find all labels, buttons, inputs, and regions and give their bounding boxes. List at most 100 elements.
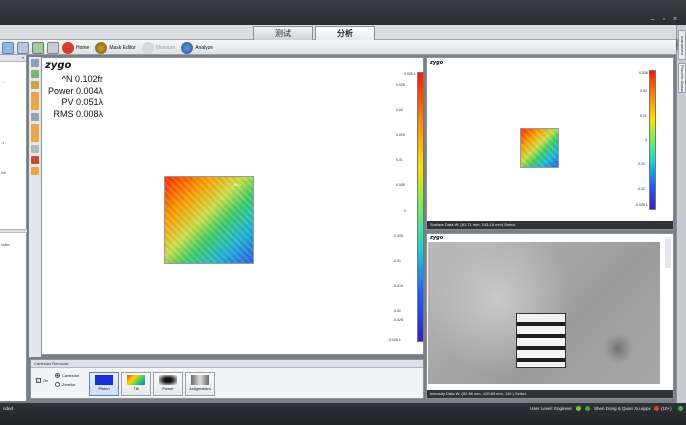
- print-icon[interactable]: [47, 41, 59, 54]
- left-panel-text-4[interactable]: ristics: [1, 243, 10, 247]
- toolbar: Home Mask Editor Measure Analyze: [0, 40, 676, 55]
- colorbar-tick: 0.026 λ: [404, 72, 416, 76]
- cartesian-radio[interactable]: Cartesian: [55, 373, 79, 378]
- status-ok-icon: [585, 406, 590, 411]
- instrument-status-tab[interactable]: Instrument Status: [675, 30, 686, 60]
- power-icon: [159, 375, 177, 385]
- surface-tick: 0: [645, 138, 647, 142]
- cartesian-removal-title: Cartesian Removal: [31, 360, 423, 368]
- zoom-icon[interactable]: [31, 59, 39, 67]
- check-icon: ✓: [36, 378, 41, 383]
- stat-power: Power 0.004λ: [47, 85, 103, 96]
- left-panel-divider[interactable]: [0, 229, 27, 233]
- astigmatism-card[interactable]: Astigmatism: [185, 372, 215, 396]
- tilt-card[interactable]: Tilt: [121, 372, 151, 396]
- map-label: 15 λ: [233, 182, 241, 187]
- astigmatism-icon: [191, 375, 209, 385]
- open-file-icon[interactable]: [2, 41, 14, 54]
- save-file-icon[interactable]: [17, 41, 29, 54]
- colorbar-tick: -0.026 λ: [388, 338, 401, 342]
- cartesian-removal-panel: Cartesian Removal ✓ On Cartesian Zernike…: [30, 359, 424, 399]
- intensity-camera-image[interactable]: [428, 242, 660, 384]
- left-panel-header: »: [0, 55, 26, 62]
- profile-tab[interactable]: [31, 124, 39, 142]
- piston-icon: [95, 375, 113, 385]
- palette-icon[interactable]: [31, 167, 39, 175]
- colorbar-tick: -0.015: [393, 284, 403, 288]
- removal-on-checkbox[interactable]: ✓ On: [36, 378, 48, 383]
- plot-tool-strip: [29, 57, 41, 357]
- colorbar-tick: 0.015: [396, 133, 405, 137]
- surface-tick: 0.026 λ: [639, 71, 651, 75]
- zygo-logo: zygo: [45, 60, 72, 71]
- colorbar-tick: 0: [404, 209, 406, 213]
- tab-measure[interactable]: 测试: [253, 26, 313, 40]
- title-bar: – ▫ ×: [0, 0, 686, 25]
- fringe-pattern: [516, 313, 566, 368]
- zygo-logo-small: zygo: [430, 60, 444, 66]
- colorbar-tick: -0.005: [393, 234, 403, 238]
- intensity-data-status: Intensity Data W: (52.86 mm, 120.65 mm, …: [427, 390, 673, 398]
- home-button[interactable]: Home: [62, 41, 89, 54]
- colorbar-tick: 0.01: [396, 158, 403, 162]
- surface-tick: -0.026 λ: [635, 203, 648, 207]
- measure-button[interactable]: Measure: [141, 41, 175, 54]
- surface-color-scale: [649, 70, 656, 210]
- stat-fringes: ^N 0.102fr: [61, 74, 103, 84]
- grid-icon[interactable]: [31, 145, 39, 153]
- surface-statistics: ^N 0.102fr Power 0.004λ PV 0.051λ RMS 0.…: [45, 74, 103, 120]
- zernike-radio[interactable]: Zernike: [55, 382, 75, 387]
- window-controls[interactable]: – ▫ ×: [651, 16, 680, 23]
- left-panel-text-1[interactable]: ....: [1, 80, 5, 84]
- intensity-data-panel[interactable]: zygo Intensity Data W: (52.86 mm, 120.65…: [426, 233, 674, 399]
- tilt-icon: [127, 375, 145, 385]
- color-scale-bar: [417, 72, 424, 342]
- surface-tick: -0.01: [637, 162, 645, 166]
- plot-type-tab[interactable]: [31, 92, 39, 110]
- surface-tick: -0.02: [637, 187, 645, 191]
- colorbar-tick: 0.005: [396, 183, 405, 187]
- colorbar-tick: 0.02: [396, 108, 403, 112]
- surface-thumbnail-map[interactable]: [520, 128, 559, 168]
- application-file[interactable]: Shen Dong & Quan Xu.appx: [594, 406, 651, 411]
- measure-icon: [141, 41, 154, 54]
- alert-count: (10+): [661, 406, 672, 411]
- surface-map-plot[interactable]: zygo ^N 0.102fr Power 0.004λ PV 0.051λ R…: [41, 57, 424, 355]
- line-tool-icon[interactable]: [31, 113, 39, 121]
- colorbar-tick: -0.01: [393, 259, 401, 263]
- right-side-strip: Instrument Status Process Status: [675, 25, 686, 403]
- copy-icon[interactable]: [32, 41, 44, 54]
- power-card[interactable]: Power: [153, 372, 183, 396]
- left-panel-text-3[interactable]: ern: [1, 171, 6, 175]
- surface-data-status: Surface Data W: (61.71 mm, 143.18 mm) Se…: [427, 221, 673, 229]
- intensity-tool-strip[interactable]: [665, 238, 671, 268]
- status-bar: nded User Level: Engineer Shen Dong & Qu…: [0, 403, 686, 425]
- process-status-tab[interactable]: Process Status: [678, 63, 686, 93]
- surface-height-map[interactable]: 15 λ: [164, 176, 254, 264]
- piston-card[interactable]: Piston: [89, 372, 119, 396]
- select-icon[interactable]: [31, 81, 39, 89]
- left-panel-text-2[interactable]: -1: [1, 141, 4, 145]
- status-text: nded: [3, 406, 14, 411]
- marker-icon[interactable]: [31, 156, 39, 164]
- colorbar-tick: 0.025: [396, 83, 405, 87]
- user-level[interactable]: User Level: Engineer: [530, 406, 572, 411]
- surface-data-panel[interactable]: zygo 0.026 λ 0.02 0.01 0 -0.01 -0.02 -0.…: [426, 57, 674, 230]
- connection-icon: [576, 406, 581, 411]
- alert-icon[interactable]: [654, 406, 659, 411]
- colorbar-tick: -0.02: [393, 309, 401, 313]
- mode-tabs: 测试 分析: [253, 26, 377, 40]
- flag-icon: [678, 406, 683, 411]
- stat-rms: RMS 0.008λ: [53, 108, 103, 119]
- surface-tick: 0.01: [640, 114, 647, 118]
- left-navigation-panel: » .... -1 ern ristics: [0, 55, 27, 401]
- analyze-icon: [181, 41, 194, 54]
- pan-icon[interactable]: [31, 70, 39, 78]
- analyze-button[interactable]: Analyze: [181, 41, 213, 54]
- mask-editor-icon: [95, 41, 108, 54]
- zygo-logo-small: zygo: [430, 235, 444, 241]
- mask-editor-button[interactable]: Mask Editor: [95, 41, 136, 54]
- surface-tick: 0.02: [640, 89, 647, 93]
- stat-pv: PV 0.051λ: [61, 97, 103, 107]
- tab-analyze[interactable]: 分析: [315, 26, 375, 40]
